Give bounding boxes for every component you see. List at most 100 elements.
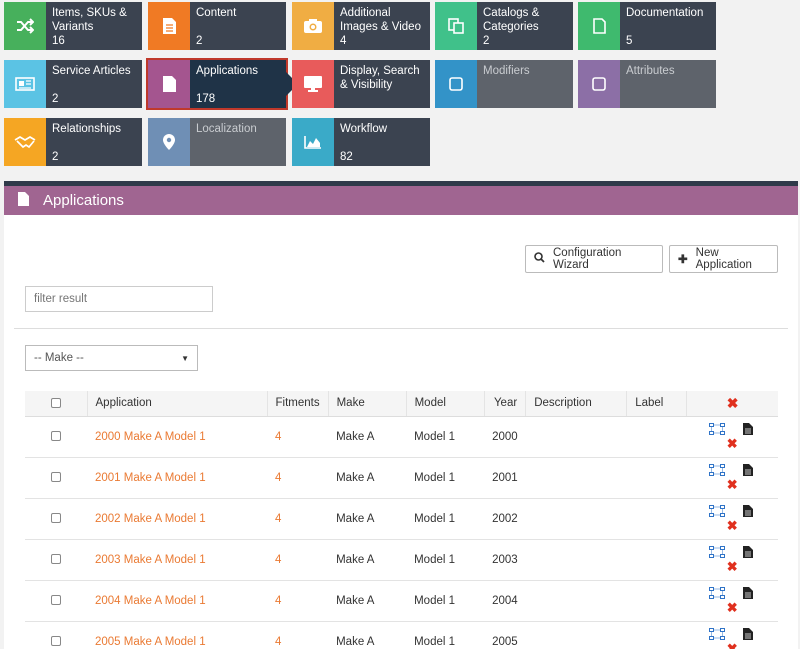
col-label[interactable]: Label <box>626 391 688 417</box>
table-row: 2005 Make A Model 1 4 Make A Model 1 200… <box>25 621 778 649</box>
fitments-link[interactable]: 4 <box>267 539 329 581</box>
delete-icon[interactable]: ✖ <box>727 519 738 532</box>
tile-localization[interactable]: Localization <box>148 118 286 166</box>
model-cell: Model 1 <box>406 416 485 458</box>
tile-count: 2 <box>196 35 203 47</box>
make-cell: Make A <box>328 580 407 622</box>
year-cell: 2000 <box>484 416 526 458</box>
handshake-icon <box>4 118 46 166</box>
model-cell: Model 1 <box>406 621 485 649</box>
hierarchy-icon[interactable] <box>708 463 725 476</box>
col-application[interactable]: Application <box>87 391 268 417</box>
filter-input[interactable] <box>25 286 213 312</box>
application-link[interactable]: 2001 Make A Model 1 <box>87 457 267 499</box>
document-icon[interactable] <box>742 586 753 599</box>
delete-icon[interactable]: ✖ <box>727 601 738 614</box>
actions-cell: ✖ <box>686 621 778 649</box>
make-cell: Make A <box>328 457 407 499</box>
delete-icon[interactable]: ✖ <box>727 478 738 491</box>
fitments-link[interactable]: 4 <box>267 457 329 499</box>
hierarchy-icon[interactable] <box>708 627 725 640</box>
label-cell <box>626 457 687 499</box>
file-icon <box>18 192 29 209</box>
document-icon[interactable] <box>742 504 753 517</box>
tile-display-search-visibility[interactable]: Display, Search & Visibility <box>292 60 430 108</box>
select-all-checkbox[interactable] <box>50 398 61 409</box>
label-cell <box>626 498 687 540</box>
fitments-link[interactable]: 4 <box>267 416 329 458</box>
configuration-wizard-button[interactable]: Configuration Wizard <box>525 245 663 273</box>
col-fitments[interactable]: Fitments <box>267 391 329 417</box>
tile-label: Display, Search & Visibility <box>340 65 420 91</box>
tile-count: 178 <box>196 93 216 105</box>
copy-icon <box>435 2 477 50</box>
tile-additional-images-video[interactable]: Additional Images & Video 4 <box>292 2 430 50</box>
tile-items-skus-variants[interactable]: Items, SKUs & Variants 16 <box>4 2 142 50</box>
tile-label: Items, SKUs & Variants <box>52 7 127 33</box>
fitments-link[interactable]: 4 <box>267 580 329 622</box>
monitor-icon <box>292 60 334 108</box>
model-cell: Model 1 <box>406 539 485 581</box>
description-cell <box>525 457 627 499</box>
make-cell: Make A <box>328 498 407 540</box>
application-link[interactable]: 2000 Make A Model 1 <box>87 416 267 458</box>
tile-catalogs-categories[interactable]: Catalogs & Categories 2 <box>435 2 573 50</box>
select-all-cell <box>25 391 88 417</box>
shuffle-icon <box>4 2 46 50</box>
col-make[interactable]: Make <box>328 391 407 417</box>
fitments-link[interactable]: 4 <box>267 621 329 649</box>
tile-count: 2 <box>52 151 59 163</box>
tile-content[interactable]: Content 2 <box>148 2 286 50</box>
camera-icon <box>292 2 334 50</box>
tile-workflow[interactable]: Workflow 82 <box>292 118 430 166</box>
col-description[interactable]: Description <box>525 391 628 417</box>
row-checkbox[interactable] <box>51 554 61 565</box>
row-checkbox[interactable] <box>51 472 61 483</box>
hierarchy-icon[interactable] <box>708 586 725 599</box>
document-icon[interactable] <box>742 627 753 640</box>
tile-service-articles[interactable]: Service Articles 2 <box>4 60 142 108</box>
hierarchy-icon[interactable] <box>708 545 725 558</box>
tile-modifiers[interactable]: Modifiers <box>435 60 573 108</box>
document-icon[interactable] <box>742 463 753 476</box>
tile-count: 16 <box>52 35 65 47</box>
hierarchy-icon[interactable] <box>708 422 725 435</box>
application-link[interactable]: 2002 Make A Model 1 <box>87 498 267 540</box>
col-year[interactable]: Year <box>484 391 527 417</box>
new-application-button[interactable]: ✚ New Application <box>669 245 778 273</box>
delete-icon[interactable]: ✖ <box>727 437 738 450</box>
square-icon <box>435 60 477 108</box>
make-cell: Make A <box>328 621 407 649</box>
document-icon[interactable] <box>742 545 753 558</box>
delete-icon[interactable]: ✖ <box>727 642 738 649</box>
tile-applications[interactable]: Applications 178 <box>146 58 298 110</box>
description-cell <box>525 621 627 649</box>
actions-cell: ✖ <box>686 416 778 458</box>
year-cell: 2004 <box>484 580 526 622</box>
tile-relationships[interactable]: Relationships 2 <box>4 118 142 166</box>
label-cell <box>626 580 687 622</box>
row-checkbox[interactable] <box>51 595 61 606</box>
application-link[interactable]: 2005 Make A Model 1 <box>87 621 267 649</box>
row-checkbox[interactable] <box>51 636 61 647</box>
actions-cell: ✖ <box>686 457 778 499</box>
make-select[interactable]: -- Make -- ▼ <box>25 345 198 371</box>
application-link[interactable]: 2004 Make A Model 1 <box>87 580 267 622</box>
fitments-link[interactable]: 4 <box>267 498 329 540</box>
application-link[interactable]: 2003 Make A Model 1 <box>87 539 267 581</box>
col-model[interactable]: Model <box>406 391 485 417</box>
delete-selected-icon[interactable]: ✖ <box>727 395 739 411</box>
hierarchy-icon[interactable] <box>708 504 725 517</box>
document-icon[interactable] <box>742 422 753 435</box>
caret-down-icon: ▼ <box>181 353 189 363</box>
tile-count: 82 <box>340 151 353 163</box>
tile-label: Relationships <box>52 123 122 135</box>
delete-icon[interactable]: ✖ <box>727 560 738 573</box>
tile-documentation[interactable]: Documentation 5 <box>578 2 716 50</box>
table-row: 2002 Make A Model 1 4 Make A Model 1 200… <box>25 498 778 540</box>
row-checkbox[interactable] <box>51 513 61 524</box>
tile-attributes[interactable]: Attributes <box>578 60 716 108</box>
row-select-cell <box>25 539 87 581</box>
tile-label: Content <box>196 7 237 19</box>
row-checkbox[interactable] <box>51 431 61 442</box>
